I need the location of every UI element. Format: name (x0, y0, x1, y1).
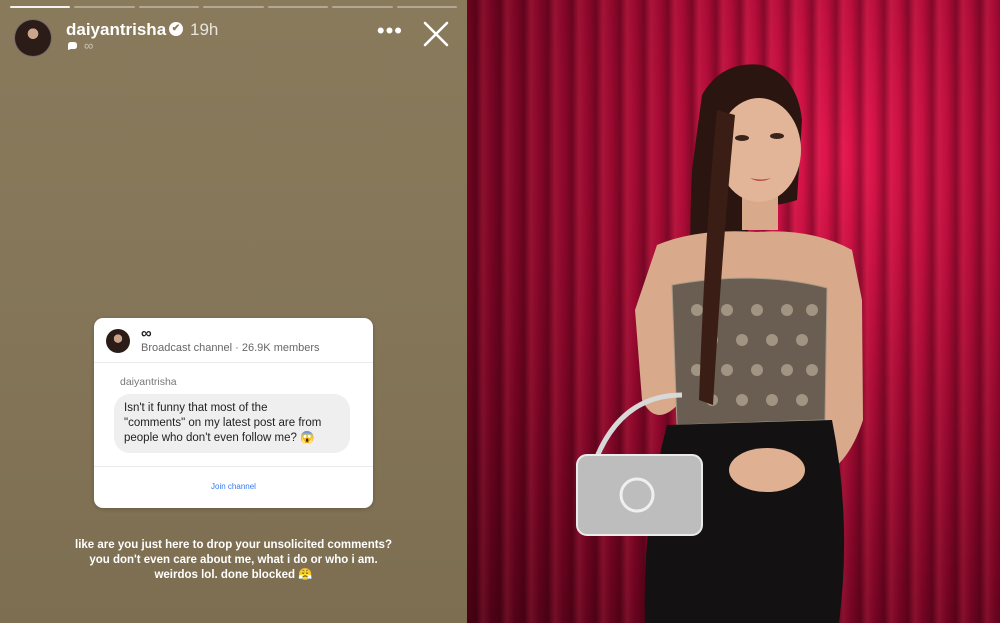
progress-segment (10, 6, 71, 8)
story-progress-bar (10, 6, 457, 8)
broadcast-icon (68, 42, 77, 50)
timestamp: 19h (190, 20, 219, 39)
caption-line: weirdos lol. done blocked 😤 (154, 569, 313, 581)
channel-avatar (106, 329, 130, 353)
username[interactable]: daiyantrisha (66, 20, 166, 40)
avatar[interactable] (14, 19, 52, 57)
verified-badge-icon: ✔ (169, 22, 183, 36)
story-caption: like are you just here to drop your unso… (0, 538, 467, 583)
progress-segment (332, 6, 393, 8)
event-photo (467, 0, 1000, 623)
progress-segment (138, 6, 200, 8)
story-viewer[interactable]: daiyantrisha ✔ 19h ∞ ••• ∞ Broadcast cha… (0, 0, 467, 623)
close-icon[interactable] (419, 17, 453, 51)
message-sender: daiyantrisha (120, 376, 177, 388)
person-illustration (576, 64, 863, 623)
channel-meta: Broadcast channel · 26.9K members (141, 342, 320, 354)
channel-name: ∞ (141, 325, 152, 342)
screen: daiyantrisha ✔ 19h ∞ ••• ∞ Broadcast cha… (0, 0, 1000, 623)
shared-channel-card[interactable]: ∞ Broadcast channel · 26.9K members daiy… (94, 318, 373, 508)
caption-line: like are you just here to drop your unso… (75, 539, 392, 551)
join-channel-button[interactable]: Join channel (94, 482, 373, 491)
caption-line: you don't even care about me, what i do … (89, 554, 378, 566)
more-options-button[interactable]: ••• (377, 20, 403, 42)
message-line: "comments" on my latest post are from (124, 417, 322, 429)
progress-segment (203, 6, 264, 8)
story-header: daiyantrisha ✔ 19h ∞ ••• (14, 17, 453, 59)
card-footer: Join channel (94, 466, 373, 508)
message-bubble: Isn't it funny that most of the "comment… (114, 394, 350, 453)
message-line: Isn't it funny that most of the (124, 402, 268, 414)
progress-segment (74, 6, 135, 8)
progress-segment (396, 6, 457, 8)
subtitle: ∞ (84, 38, 93, 53)
card-header: ∞ Broadcast channel · 26.9K members (94, 318, 373, 363)
message-line: people who don't even follow me? 😱 (124, 432, 315, 444)
progress-segment (267, 6, 329, 8)
